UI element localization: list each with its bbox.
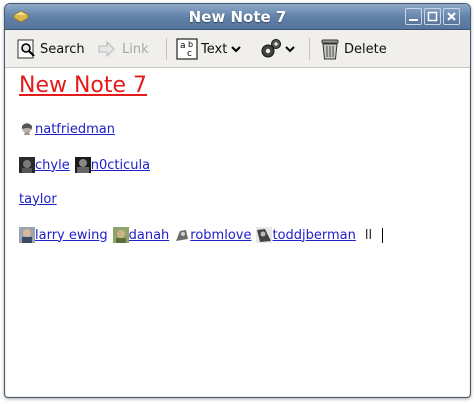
person-link[interactable]: chyle xyxy=(19,157,70,173)
text-button[interactable]: a c b Text xyxy=(176,36,242,62)
text-label: Text xyxy=(201,41,228,57)
person-name[interactable]: taylor xyxy=(19,192,57,207)
person-name[interactable]: robmlove xyxy=(190,228,251,243)
link-label: Link xyxy=(122,41,149,57)
person-link[interactable]: larry ewing xyxy=(19,227,108,243)
link-button[interactable]: Link xyxy=(97,36,149,62)
person-link[interactable]: toddjberman xyxy=(256,227,356,243)
person-link[interactable]: danah xyxy=(112,227,170,243)
delete-label: Delete xyxy=(344,41,387,57)
svg-text:b: b xyxy=(188,40,193,49)
svg-text:c: c xyxy=(187,49,192,59)
avatar-icon xyxy=(19,121,35,137)
person-link[interactable]: taylor xyxy=(19,192,57,207)
chevron-down-icon xyxy=(231,46,242,53)
avatar-icon xyxy=(256,227,273,243)
trash-icon xyxy=(321,39,339,60)
gears-icon xyxy=(261,39,281,58)
plugins-menu-button[interactable] xyxy=(259,36,295,62)
avatar-icon xyxy=(174,227,191,243)
note-line: natfriedman xyxy=(19,120,120,138)
note-editor[interactable]: New Note 7 natfriedman chyle n0cticula t… xyxy=(6,68,469,396)
maximize-icon xyxy=(427,11,438,22)
person-name[interactable]: larry ewing xyxy=(35,228,108,243)
window-title: New Note 7 xyxy=(188,8,287,26)
person-name[interactable]: n0cticula xyxy=(91,158,150,173)
link-icon xyxy=(98,40,115,58)
toolbar: Search Link a c b Text Delete xyxy=(5,30,470,68)
note-line: chyle n0cticula xyxy=(19,156,155,174)
avatar-icon xyxy=(19,227,35,243)
search-icon xyxy=(17,39,35,59)
delete-button[interactable]: Delete xyxy=(319,36,387,62)
chevron-down-icon xyxy=(285,46,295,53)
note-line: taylor xyxy=(19,190,62,208)
search-button[interactable]: Search xyxy=(17,36,85,62)
note-title[interactable]: New Note 7 xyxy=(19,73,147,98)
person-name[interactable]: danah xyxy=(129,228,170,243)
avatar-icon xyxy=(74,157,91,173)
person-link[interactable]: natfriedman xyxy=(19,121,115,137)
search-label: Search xyxy=(40,41,85,57)
person-name[interactable]: toddjberman xyxy=(272,228,355,243)
person-name[interactable]: chyle xyxy=(35,158,70,173)
person-link[interactable]: n0cticula xyxy=(74,157,150,173)
minimize-button[interactable] xyxy=(405,8,422,25)
text-format-icon: a c b xyxy=(176,38,198,60)
person-name[interactable]: natfriedman xyxy=(35,122,115,137)
close-button[interactable] xyxy=(443,8,460,25)
minimize-icon xyxy=(409,19,418,21)
close-icon xyxy=(447,12,456,21)
toolbar-separator xyxy=(309,38,310,60)
toolbar-separator xyxy=(166,38,167,60)
avatar-icon xyxy=(112,227,129,243)
note-line: larry ewing danah robmlove toddjberman l… xyxy=(19,226,384,244)
avatar-icon xyxy=(19,157,35,173)
text-cursor xyxy=(382,227,384,243)
note-window: New Note 7 Search Link a c b Text Delete… xyxy=(4,3,471,398)
trailing-text: ll xyxy=(364,227,373,243)
maximize-button[interactable] xyxy=(424,8,441,25)
titlebar[interactable]: New Note 7 xyxy=(5,4,470,30)
svg-text:a: a xyxy=(180,41,186,51)
person-link[interactable]: robmlove xyxy=(174,227,251,243)
